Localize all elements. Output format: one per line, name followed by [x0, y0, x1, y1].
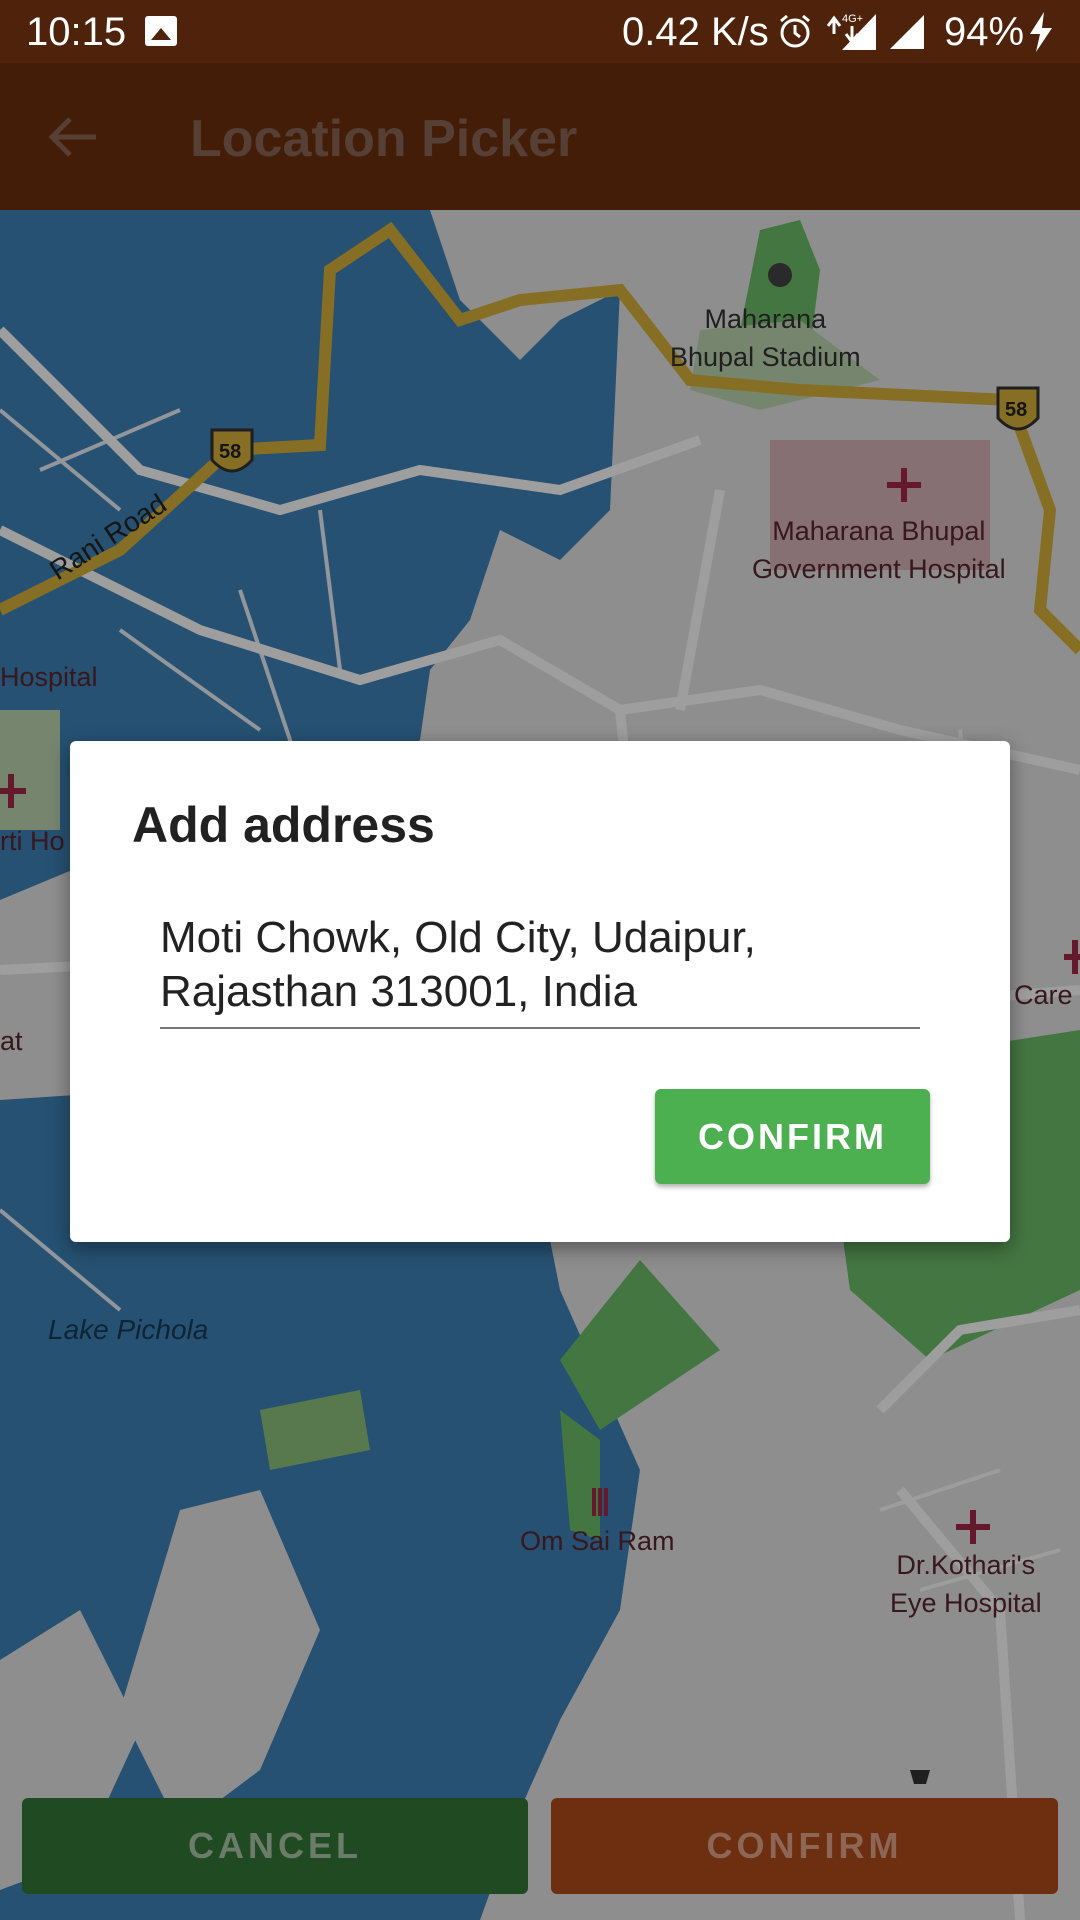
confirm-address-button[interactable]: CONFIRM — [655, 1089, 930, 1184]
network-speed: 0.42 K/s — [622, 10, 769, 54]
network-icon: 4G+ — [826, 13, 876, 50]
bottom-action-bar: CANCEL CONFIRM — [0, 1798, 1080, 1894]
dialog-title: Add address — [132, 797, 435, 853]
charging-icon — [1030, 12, 1052, 52]
svg-text:4G+: 4G+ — [842, 13, 863, 25]
image-icon — [145, 16, 177, 46]
signal-icon — [890, 15, 924, 49]
battery-percent: 94% — [944, 10, 1025, 54]
confirm-location-button[interactable]: CONFIRM — [551, 1798, 1058, 1894]
status-bar: 10:15 0.42 K/s 4G+ 94% — [0, 0, 1080, 63]
alarm-icon — [780, 14, 810, 48]
address-input[interactable]: Moti Chowk, Old City, Udaipur, Rajasthan… — [160, 911, 920, 1029]
add-address-dialog: Add address Moti Chowk, Old City, Udaipu… — [70, 741, 1010, 1242]
cancel-button[interactable]: CANCEL — [22, 1798, 528, 1894]
status-time: 10:15 — [26, 10, 127, 54]
